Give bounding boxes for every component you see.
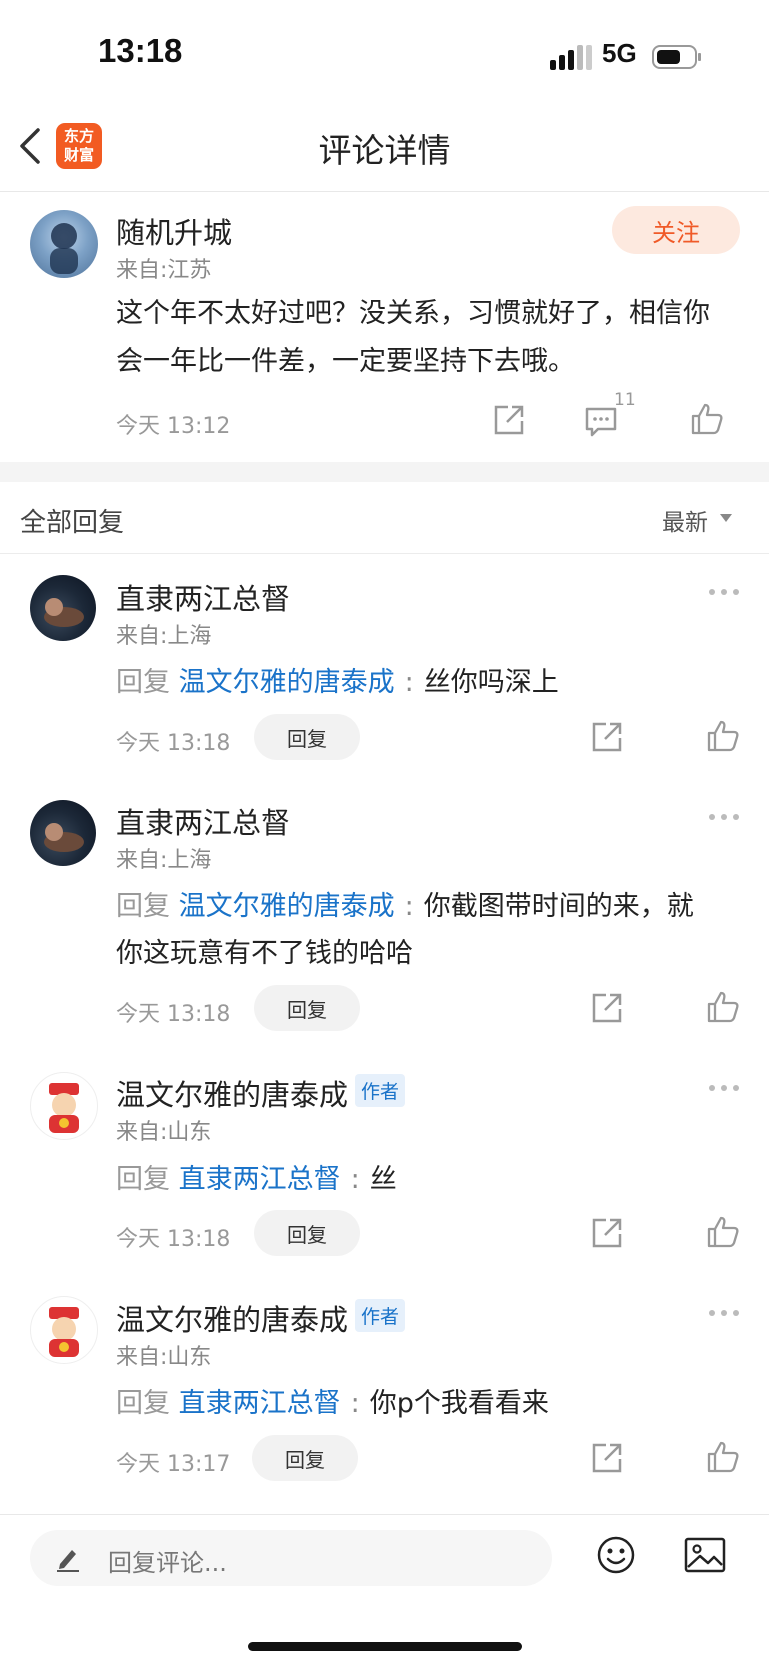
reply-time: 今天 13:17 bbox=[116, 1452, 231, 1477]
avatar[interactable] bbox=[30, 800, 96, 866]
reply-location: 来自:山东 bbox=[116, 1120, 212, 1145]
reply-content: 回复 直隶两江总督: 你p个我看看来 bbox=[116, 1381, 549, 1420]
main-comment-time: 今天 13:12 bbox=[116, 414, 231, 439]
like-icon[interactable] bbox=[706, 990, 740, 1024]
reply-text: 你p个我看看来 bbox=[369, 1388, 549, 1419]
reply-button[interactable]: 回复 bbox=[254, 985, 360, 1031]
share-icon[interactable] bbox=[590, 991, 624, 1025]
reply-input-placeholder[interactable]: 回复评论... bbox=[108, 1543, 227, 1578]
caret-down-icon[interactable] bbox=[720, 514, 732, 522]
comment-count-badge: 11 bbox=[614, 390, 636, 410]
reply-text: 丝你吗深上 bbox=[423, 667, 559, 698]
image-icon[interactable] bbox=[684, 1537, 726, 1573]
reply-colon: : bbox=[350, 1164, 360, 1195]
reply-colon: : bbox=[404, 667, 414, 698]
reply-prefix: 回复 bbox=[116, 1388, 170, 1419]
follow-button[interactable]: 关注 bbox=[612, 206, 740, 254]
pencil-icon bbox=[57, 1550, 79, 1572]
reply-location: 来自:山东 bbox=[116, 1345, 212, 1370]
nav-divider bbox=[0, 191, 769, 192]
reply-colon: : bbox=[404, 891, 414, 922]
more-icon[interactable] bbox=[707, 1308, 741, 1318]
reply-content: 回复 直隶两江总督: 丝 bbox=[116, 1157, 397, 1196]
reply-location: 来自:上海 bbox=[116, 624, 212, 649]
reply-username[interactable]: 温文尔雅的唐泰成 bbox=[116, 1297, 348, 1339]
avatar[interactable] bbox=[30, 210, 98, 278]
reply-prefix: 回复 bbox=[116, 891, 170, 922]
reply-username[interactable]: 直隶两江总督 bbox=[116, 800, 290, 842]
status-time: 13:18 bbox=[98, 32, 183, 69]
more-icon[interactable] bbox=[707, 812, 741, 822]
share-icon[interactable] bbox=[590, 1441, 624, 1475]
reply-button[interactable]: 回复 bbox=[254, 1210, 360, 1256]
author-badge: 作者 bbox=[355, 1299, 406, 1332]
reply-to-user[interactable]: 温文尔雅的唐泰成 bbox=[179, 667, 395, 698]
sort-dropdown[interactable]: 最新 bbox=[662, 503, 708, 537]
avatar[interactable] bbox=[30, 1296, 98, 1364]
reply-content: 回复 温文尔雅的唐泰成: 你截图带时间的来，就 bbox=[116, 884, 694, 923]
bottom-divider bbox=[0, 1514, 769, 1515]
reply-location: 来自:上海 bbox=[116, 848, 212, 873]
main-comment-text: 这个年不太好过吧？没关系，习惯就好了，相信你会一年比一件差，一定要坚持下去哦。 bbox=[116, 298, 710, 377]
emoji-icon[interactable] bbox=[596, 1535, 636, 1575]
reply-text: 丝 bbox=[369, 1164, 397, 1195]
like-icon[interactable] bbox=[690, 402, 724, 436]
reply-time: 今天 13:18 bbox=[116, 1227, 231, 1252]
main-comment-username[interactable]: 随机升城 bbox=[116, 210, 232, 252]
network-type: 5G bbox=[602, 38, 637, 68]
reply-text: 你截图带时间的来，就 bbox=[423, 891, 694, 922]
reply-text-continued: 你这玩意有不了钱的哈哈 bbox=[116, 938, 413, 969]
reply-username[interactable]: 温文尔雅的唐泰成 bbox=[116, 1072, 348, 1114]
battery-icon bbox=[652, 45, 701, 69]
reply-prefix: 回复 bbox=[116, 1164, 170, 1195]
reply-content: 回复 温文尔雅的唐泰成: 丝你吗深上 bbox=[116, 660, 559, 699]
section-separator bbox=[0, 462, 769, 482]
author-badge: 作者 bbox=[355, 1074, 406, 1107]
page-title: 评论详情 bbox=[318, 131, 451, 170]
share-icon[interactable] bbox=[492, 403, 526, 437]
reply-button[interactable]: 回复 bbox=[254, 714, 360, 760]
signal-icon bbox=[550, 45, 592, 70]
like-icon[interactable] bbox=[706, 1440, 740, 1474]
main-comment-location: 来自:江苏 bbox=[116, 258, 212, 283]
like-icon[interactable] bbox=[706, 1215, 740, 1249]
share-icon[interactable] bbox=[590, 720, 624, 754]
reply-to-user[interactable]: 直隶两江总督 bbox=[179, 1388, 341, 1419]
reply-time: 今天 13:18 bbox=[116, 731, 231, 756]
like-icon[interactable] bbox=[706, 719, 740, 753]
avatar[interactable] bbox=[30, 575, 96, 641]
home-indicator[interactable] bbox=[248, 1642, 522, 1651]
reply-to-user[interactable]: 温文尔雅的唐泰成 bbox=[179, 891, 395, 922]
reply-username[interactable]: 直隶两江总督 bbox=[116, 576, 290, 618]
more-icon[interactable] bbox=[707, 587, 741, 597]
more-icon[interactable] bbox=[707, 1083, 741, 1093]
comment-icon[interactable] bbox=[584, 405, 618, 439]
avatar[interactable] bbox=[30, 1072, 98, 1140]
share-icon[interactable] bbox=[590, 1216, 624, 1250]
reply-colon: : bbox=[350, 1388, 360, 1419]
reply-to-user[interactable]: 直隶两江总督 bbox=[179, 1164, 341, 1195]
reply-time: 今天 13:18 bbox=[116, 1002, 231, 1027]
reply-prefix: 回复 bbox=[116, 667, 170, 698]
reply-button[interactable]: 回复 bbox=[252, 1435, 358, 1481]
header-divider bbox=[0, 553, 769, 554]
all-replies-label: 全部回复 bbox=[20, 508, 125, 538]
